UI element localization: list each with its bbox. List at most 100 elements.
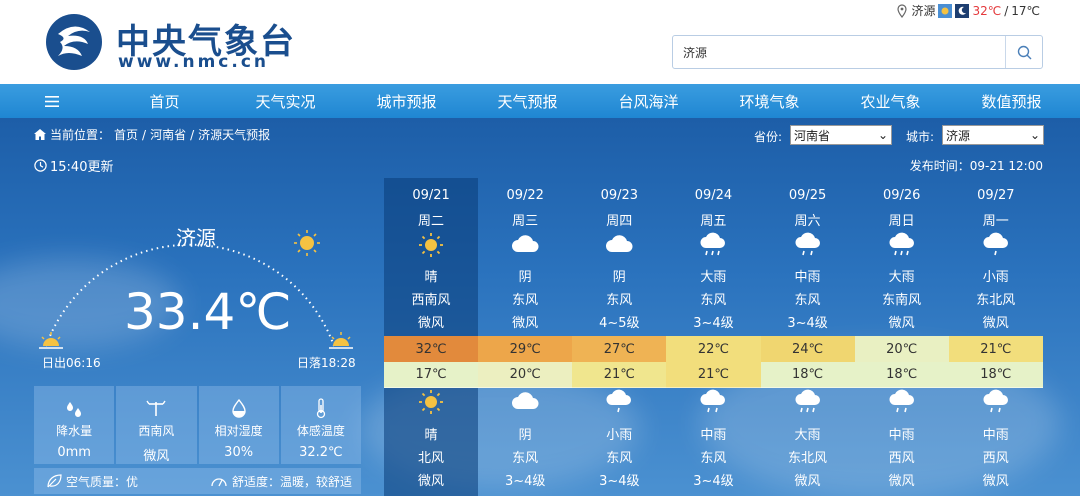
- forecast-weekday: 周二: [418, 214, 445, 229]
- publish-time: 发布时间：09-21 12:00: [909, 159, 1043, 173]
- hamburger-icon: [45, 95, 59, 107]
- breadcrumb-separator: /: [142, 127, 147, 142]
- stat-value: 微风: [143, 449, 170, 464]
- forecast-date: 09/21: [412, 188, 450, 203]
- forecast-day[interactable]: 09/26 周日 大雨 东南风 微风 中雨 西风 微风 20℃ 18℃: [854, 178, 949, 496]
- sun-icon: [418, 389, 444, 419]
- forecast-date: 09/26: [882, 188, 921, 203]
- nav-item-environment[interactable]: 环境气象: [709, 91, 830, 112]
- weather-panel: 当前位置： 首页 / 河南省 / 济源天气预报 15:40更新 省份: 河南省 …: [0, 118, 1080, 496]
- city-select[interactable]: 济源 ⌄: [942, 125, 1044, 145]
- forecast-day[interactable]: 09/25 周六 中雨 东风 3~4级 大雨 东北风 微风 24℃ 18℃: [760, 178, 855, 496]
- forecast-day[interactable]: 09/27 周一 小雨 东北风 微风 中雨 西风 微风 21℃ 18℃: [948, 178, 1043, 496]
- forecast-day[interactable]: 09/22 周三阴东风 微风阴东风 3~4级 29℃ 20℃: [478, 178, 573, 496]
- forecast-date: 09/27: [977, 188, 1015, 203]
- breadcrumb: 当前位置： 首页 / 河南省 / 济源天气预报: [34, 126, 270, 143]
- province-select[interactable]: 河南省 ⌄: [790, 125, 892, 145]
- forecast-day-wind-direction: 东南风: [882, 293, 922, 308]
- home-icon: [34, 129, 46, 140]
- heavy-rain-icon: [793, 389, 823, 419]
- main-nav: 首页 天气实况 城市预报 天气预报 台风海洋 环境气象 农业气象 数值预报: [0, 84, 1080, 118]
- top-location: 济源: [911, 4, 936, 18]
- forecast-day-wind-power: 微风: [512, 316, 539, 331]
- forecast-night-wind-direction: 北风: [418, 451, 445, 466]
- search-icon: [1017, 45, 1031, 59]
- moderate-rain-icon: [793, 232, 823, 262]
- moderate-rain-icon: [698, 389, 728, 419]
- forecast-day-weather: 小雨: [982, 270, 1009, 285]
- search-input[interactable]: [673, 36, 1005, 68]
- chevron-down-icon: ⌄: [877, 128, 888, 142]
- search-box: [672, 35, 1043, 69]
- forecast-day[interactable]: 09/24 周五 大雨 东风 3~4级 中雨 东风 3~4级 22℃ 21℃: [666, 178, 761, 496]
- forecast-night-wind-power: 微风: [418, 474, 445, 489]
- nav-item-numerical[interactable]: 数值预报: [951, 91, 1072, 112]
- moon-small-icon: [955, 3, 970, 18]
- nav-item-home[interactable]: 首页: [104, 91, 225, 112]
- province-label: 省份:: [754, 130, 783, 144]
- forecast-high-temp: 22℃: [666, 336, 761, 362]
- location-pin-icon: [897, 3, 908, 18]
- nav-item-observation[interactable]: 天气实况: [225, 91, 346, 112]
- forecast-weekday: 周日: [888, 214, 915, 229]
- breadcrumb-prefix: 当前位置：: [50, 128, 111, 142]
- stat-feels-like: 体感温度 32.2℃: [280, 386, 361, 464]
- stat-label: 降水量: [56, 424, 93, 438]
- nav-item-weather-forecast[interactable]: 天气预报: [467, 91, 588, 112]
- forecast-night-wind-power: 3~4级: [693, 474, 734, 489]
- forecast-day-weather: 中雨: [794, 270, 821, 285]
- nav-item-agriculture[interactable]: 农业气象: [830, 91, 951, 112]
- forecast-night-wind-direction: 东风: [700, 451, 727, 466]
- forecast-day-wind-power: 微风: [982, 316, 1009, 331]
- forecast-high-temp: 32℃: [384, 336, 479, 362]
- search-button[interactable]: [1005, 36, 1042, 68]
- forecast-low-temp: 18℃: [760, 362, 855, 388]
- comfort-index[interactable]: 舒适度：温暖，较舒适: [232, 473, 352, 490]
- thermometer-icon: [316, 398, 326, 419]
- forecast-low-temp: 18℃: [854, 362, 949, 388]
- forecast-high-temp: 20℃: [854, 336, 949, 362]
- forecast-high-temp: 24℃: [760, 336, 855, 362]
- forecast-date: 09/24: [694, 188, 733, 203]
- moderate-rain-icon: [981, 389, 1011, 419]
- nav-item-typhoon[interactable]: 台风海洋: [588, 91, 709, 112]
- forecast-low-temp: 21℃: [572, 362, 667, 388]
- forecast-day[interactable]: 09/21 周二晴西南风 微风晴北风 微风 32℃ 17℃: [384, 178, 479, 496]
- forecast-night-weather: 中雨: [888, 428, 915, 443]
- breadcrumb-home[interactable]: 首页: [114, 126, 138, 143]
- cloud-icon: [510, 389, 540, 417]
- nav-menu-button[interactable]: [0, 95, 104, 107]
- current-sun-icon: [294, 230, 320, 256]
- forecast-weekday: 周五: [700, 214, 727, 229]
- forecast-day-weather: 阴: [612, 270, 626, 285]
- forecast-day-wind-direction: 东风: [606, 293, 633, 308]
- forecast-night-weather: 中雨: [982, 428, 1009, 443]
- forecast-day[interactable]: 09/23 周四阴东风 4~5级 小雨 东风 3~4级 27℃ 21℃: [572, 178, 667, 496]
- air-quality[interactable]: 空气质量：优: [66, 473, 138, 490]
- heavy-rain-icon: [698, 232, 728, 262]
- forecast-night-wind-direction: 西风: [888, 451, 915, 466]
- forecast-day-wind-power: 3~4级: [787, 316, 828, 331]
- forecast-day-wind-direction: 东风: [512, 293, 539, 308]
- top-low-temp: 17℃: [1011, 3, 1040, 18]
- forecast-day-weather: 大雨: [700, 270, 727, 285]
- stat-value: 32.2℃: [299, 445, 343, 460]
- clock-icon: [34, 159, 47, 172]
- forecast-day-wind-direction: 东风: [700, 293, 727, 308]
- breadcrumb-province[interactable]: 河南省: [150, 126, 186, 143]
- site-header: 中央气象台 www.nmc.cn 济源 32℃ / 17℃: [0, 0, 1080, 84]
- forecast-day-wind-direction: 东风: [794, 293, 821, 308]
- sunrise-icon: [39, 332, 63, 349]
- province-value: 河南省: [794, 128, 831, 143]
- forecast-night-wind-power: 微风: [982, 474, 1009, 489]
- forecast-weekday: 周六: [794, 214, 821, 229]
- nav-item-city-forecast[interactable]: 城市预报: [346, 91, 467, 112]
- cma-logo-icon[interactable]: [44, 12, 104, 72]
- forecast-grid: 09/21 周二晴西南风 微风晴北风 微风 32℃ 17℃ 09/22 周三阴东风 微风阴东风 3…: [384, 178, 1043, 496]
- forecast-day-wind-direction: 东北风: [976, 293, 1016, 308]
- stat-wind: 西南风 微风: [116, 386, 197, 464]
- stat-label: 相对湿度: [214, 424, 263, 438]
- forecast-date: 09/25: [788, 188, 827, 203]
- forecast-day-wind-power: 4~5级: [599, 316, 640, 331]
- forecast-night-wind-direction: 东风: [606, 451, 633, 466]
